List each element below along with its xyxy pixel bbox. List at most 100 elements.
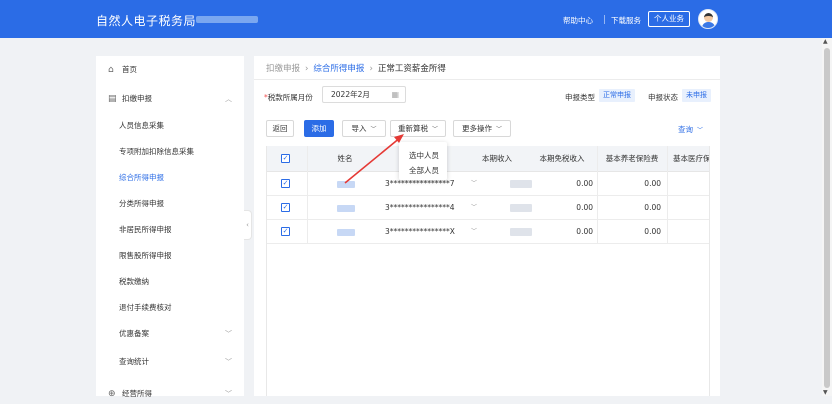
query-label: 查询 [678,125,693,134]
breadcrumb-root[interactable]: 扣缴申报 [266,64,300,74]
sidebar-item-label: 限售股所得申报 [119,251,172,260]
column-header-name: 姓名 [337,154,353,163]
add-button[interactable]: 添加 [304,120,334,137]
pension-insurance: 0.00 [644,203,661,212]
chevron-down-icon[interactable]: ﹀ [471,196,477,220]
sidebar-item-fee-refund[interactable]: 退付手续费核对 [96,298,244,318]
scroll-up-icon[interactable]: ▲ [823,38,828,45]
sidebar-item-label: 税款缴纳 [119,277,149,286]
table-row[interactable]: ✓ 3****************7 ﹀ 0.00 0.00 [267,172,709,196]
column-header-tax-free: 本期免税收入 [539,154,585,163]
chevron-down-icon: ﹀ [370,126,377,133]
table-row[interactable]: ✓ 3****************X ﹀ 0.00 0.00 [267,220,709,244]
employee-table: ✓ 姓名 本期收入 本期免税收入 基本养老保险费 基本医疗保险 ✓ 3*****… [266,146,710,396]
period-picker[interactable]: 2022年2月 ▦ [322,86,406,103]
chevron-down-icon[interactable]: ﹀ [471,172,477,196]
recalculate-menu: 选中人员 全部人员 [399,142,447,180]
chevron-up-icon: ︿ [225,95,232,103]
declare-status-badge: 未申报 [682,89,711,102]
sidebar-item-label: 分类所得申报 [119,199,164,208]
calendar-icon: ▦ [391,90,399,99]
sidebar-item-special-deduction[interactable]: 专项附加扣除信息采集 [96,142,244,162]
sidebar-item-comprehensive-income[interactable]: 综合所得申报 [96,168,244,188]
sidebar-item-label: 优惠备案 [119,329,149,338]
back-button[interactable]: 返回 [266,120,294,137]
sidebar-item-label: 综合所得申报 [119,173,164,182]
declare-type-label: 申报类型 [565,93,595,102]
download-service-link[interactable]: 下载服务 [611,15,641,26]
table-row[interactable]: ✓ 3****************4 ﹀ 0.00 0.00 [267,196,709,220]
sidebar-item-label: 非居民所得申报 [119,225,172,234]
home-icon: ⌂ [108,65,114,75]
main-panel: 扣缴申报 › 综合所得申报 › 正常工资薪金所得 *税款所属月份 2022年2月 ▦ 申… [254,56,720,396]
query-toggle[interactable]: 查询 ﹀ [678,124,703,135]
sidebar-item-tax-payment[interactable]: 税款缴纳 [96,272,244,292]
sidebar: ⌂ 首页 ▤ 扣缴申报 ︿ 人员信息采集 专项附加扣除信息采集 综合所得申报 分… [96,56,244,399]
sidebar-item-label: 专项附加扣除信息采集 [119,147,194,156]
column-header-pension: 基本养老保险费 [605,154,659,163]
row-checkbox[interactable]: ✓ [281,203,290,212]
sidebar-item-business-income[interactable]: ⊕ 经营所得 ﹀ [96,384,244,404]
sidebar-item-label: 退付手续费核对 [119,303,172,312]
id-number: 3****************4 [385,203,455,212]
personal-business-button[interactable]: 个人业务 [648,11,690,27]
tax-free-income: 0.00 [576,179,593,188]
sidebar-item-withholding[interactable]: ▤ 扣缴申报 ︿ [96,89,244,109]
divider [597,146,598,244]
period-value: 2022年2月 [331,90,370,99]
sidebar-item-classified-income[interactable]: 分类所得申报 [96,194,244,214]
table-header: ✓ 姓名 本期收入 本期免税收入 基本养老保险费 基本医疗保险 [267,146,710,172]
page-scrollbar[interactable]: ▲ ▼ [822,38,832,396]
chevron-down-icon: ﹀ [495,126,502,133]
app-title: 自然人电子税务局 [96,14,197,28]
avatar[interactable] [698,9,718,29]
more-actions-label: 更多操作 [461,124,492,133]
row-checkbox[interactable]: ✓ [281,227,290,236]
document-icon: ▤ [108,94,117,104]
sidebar-item-preferential-filing[interactable]: 优惠备案 ﹀ [96,324,244,344]
chevron-down-icon: ﹀ [431,126,438,133]
sidebar-item-restricted-stock[interactable]: 限售股所得申报 [96,246,244,266]
chevron-right-icon: › [305,64,309,74]
chevron-right-icon: › [369,64,373,74]
divider [604,15,605,24]
menu-item-all-people[interactable]: 全部人员 [409,165,439,176]
tax-free-income: 0.00 [576,227,593,236]
more-actions-button[interactable]: 更多操作 ﹀ [453,120,511,137]
chevron-down-icon: ﹀ [697,127,704,134]
breadcrumb-parent[interactable]: 综合所得申报 [313,64,364,74]
sidebar-item-label: 查询统计 [119,357,149,366]
redacted-name [337,229,355,236]
pension-insurance: 0.00 [644,227,661,236]
divider [667,146,668,244]
redacted-name [337,205,355,212]
help-center-link[interactable]: 帮助中心 [563,15,593,26]
tax-free-income: 0.00 [576,203,593,212]
sidebar-item-home[interactable]: ⌂ 首页 [96,60,244,80]
sidebar-item-nonresident-income[interactable]: 非居民所得申报 [96,220,244,240]
sidebar-item-personnel-info[interactable]: 人员信息采集 [96,116,244,136]
redacted-name [337,181,355,188]
sidebar-item-query-stats[interactable]: 查询统计 ﹀ [96,352,244,372]
period-label-text: 税款所属月份 [267,93,313,102]
sidebar-item-label: 经营所得 [122,389,152,398]
declare-type-badge: 正常申报 [599,89,635,102]
sidebar-item-label: 人员信息采集 [119,121,164,130]
scroll-down-icon[interactable]: ▼ [823,389,828,396]
chevron-down-icon: ﹀ [225,390,232,398]
id-number: 3****************X [385,227,455,236]
redacted-region [196,16,258,23]
sidebar-collapse-handle[interactable]: ‹ [244,210,252,240]
import-label: 导入 [351,124,367,133]
column-header-medical: 基本医疗保险 [673,154,710,163]
chevron-down-icon: ﹀ [225,358,232,366]
chevron-down-icon[interactable]: ﹀ [471,220,477,244]
scrollbar-thumb[interactable] [824,48,830,388]
recalculate-tax-button[interactable]: 重新算税 ﹀ [390,120,446,137]
select-all-checkbox[interactable]: ✓ [281,154,290,163]
business-icon: ⊕ [108,389,116,399]
row-checkbox[interactable]: ✓ [281,179,290,188]
import-button[interactable]: 导入 ﹀ [342,120,386,137]
sidebar-item-label: 扣缴申报 [122,94,152,103]
menu-item-selected-people[interactable]: 选中人员 [409,150,439,161]
